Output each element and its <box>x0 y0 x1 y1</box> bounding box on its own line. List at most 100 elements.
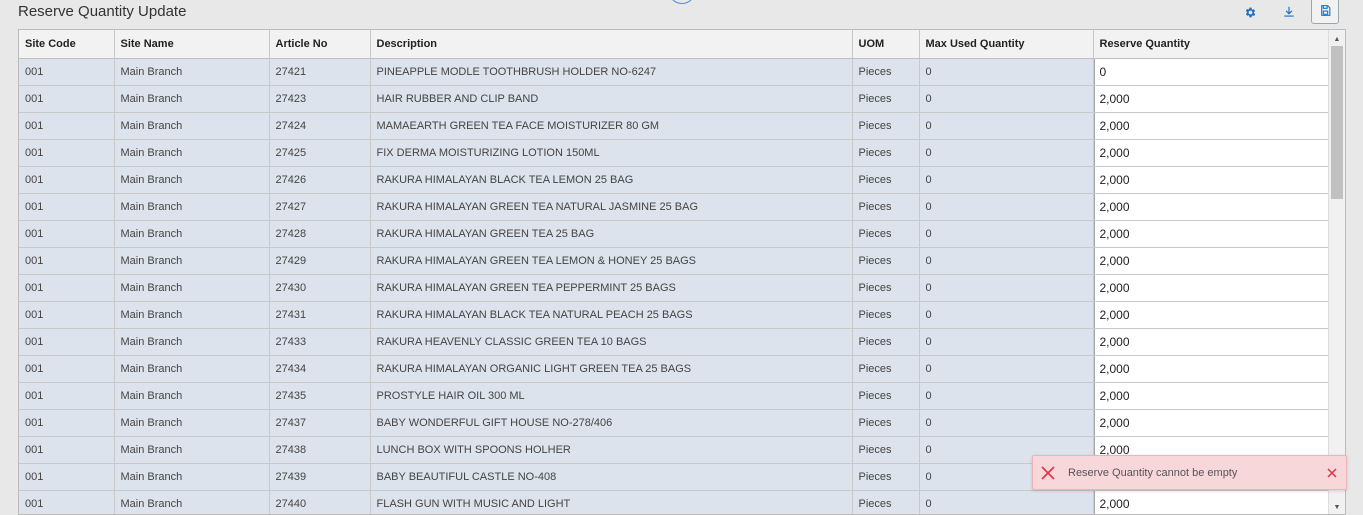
cell-max-used: 0 <box>919 301 1094 329</box>
table-row[interactable]: 001 Main Branch 27434 RAKURA HIMALAYAN ORGA… <box>19 355 1330 383</box>
close-icon[interactable] <box>1327 467 1337 478</box>
table-row[interactable]: 001 Main Branch 27426 RAKURA HIMALAYAN BLAC… <box>19 166 1330 194</box>
cell-site-code: 001 <box>19 112 115 140</box>
table-row[interactable]: 001 Main Branch 27423 HAIR RUBBER AND CLIP … <box>19 85 1330 113</box>
cell-site-code: 001 <box>19 166 115 194</box>
cell-reserve-quantity <box>1093 355 1330 383</box>
reserve-quantity-input[interactable] <box>1093 58 1328 84</box>
error-toast: Reserve Quantity cannot be empty <box>1032 455 1347 490</box>
cell-max-used: 0 <box>919 58 1094 86</box>
cell-reserve-quantity <box>1093 193 1330 221</box>
cell-reserve-quantity <box>1093 58 1330 86</box>
cell-reserve-quantity <box>1093 220 1330 248</box>
table-row[interactable]: 001 Main Branch 27430 RAKURA HIMALAYAN GREE… <box>19 274 1330 302</box>
reserve-quantity-input[interactable] <box>1093 409 1328 435</box>
reserve-quantity-input[interactable] <box>1093 355 1328 381</box>
cell-uom: Pieces <box>852 139 920 167</box>
col-header-article-no[interactable]: Article No <box>269 30 371 59</box>
cell-max-used: 0 <box>919 220 1094 248</box>
reserve-quantity-input[interactable] <box>1093 328 1328 354</box>
table-row[interactable]: 001 Main Branch 27425 FIX DERMA MOISTURIZIN… <box>19 139 1330 167</box>
cell-site-name: Main Branch <box>114 436 270 464</box>
cell-site-code: 001 <box>19 274 115 302</box>
reserve-quantity-input[interactable] <box>1093 220 1328 246</box>
col-header-site-code[interactable]: Site Code <box>19 30 115 59</box>
cell-article-no: 27427 <box>269 193 371 221</box>
cell-uom: Pieces <box>852 328 920 356</box>
cell-site-code: 001 <box>19 247 115 275</box>
vertical-scrollbar[interactable]: ▲ ▼ <box>1328 30 1345 514</box>
cell-description: MAMAEARTH GREEN TEA FACE MOISTURIZER 80 … <box>370 112 853 140</box>
cell-uom: Pieces <box>852 409 920 437</box>
cell-site-code: 001 <box>19 436 115 464</box>
reserve-quantity-input[interactable] <box>1093 85 1328 111</box>
cell-uom: Pieces <box>852 85 920 113</box>
cell-site-name: Main Branch <box>114 490 270 514</box>
reserve-quantity-input[interactable] <box>1093 166 1328 192</box>
settings-button[interactable] <box>1240 1 1260 23</box>
col-header-description[interactable]: Description <box>370 30 853 59</box>
cell-reserve-quantity <box>1093 112 1330 140</box>
cell-description: RAKURA HIMALAYAN GREEN TEA NATURAL JASMI… <box>370 193 853 221</box>
cell-article-no: 27430 <box>269 274 371 302</box>
table-row[interactable]: 001 Main Branch 27428 RAKURA HIMALAYAN GREE… <box>19 220 1330 248</box>
cell-uom: Pieces <box>852 436 920 464</box>
cell-site-code: 001 <box>19 355 115 383</box>
cell-site-code: 001 <box>19 193 115 221</box>
table-row[interactable]: 001 Main Branch 27429 RAKURA HIMALAYAN GREE… <box>19 247 1330 275</box>
cell-article-no: 27426 <box>269 166 371 194</box>
scroll-up-arrow-icon[interactable]: ▲ <box>1329 32 1345 46</box>
save-button[interactable] <box>1311 0 1339 24</box>
download-icon <box>1284 6 1294 17</box>
cell-article-no: 27434 <box>269 355 371 383</box>
cell-max-used: 0 <box>919 166 1094 194</box>
table-row[interactable]: 001 Main Branch 27421 PINEAPPLE MODLE TOOTH… <box>19 58 1330 86</box>
reserve-quantity-input[interactable] <box>1093 247 1328 273</box>
cell-article-no: 27433 <box>269 328 371 356</box>
reserve-quantity-input[interactable] <box>1093 382 1328 408</box>
cell-max-used: 0 <box>919 382 1094 410</box>
table-row[interactable]: 001 Main Branch 27440 FLASH GUN WITH MUSIC … <box>19 490 1330 514</box>
cell-uom: Pieces <box>852 355 920 383</box>
cell-reserve-quantity <box>1093 382 1330 410</box>
col-header-reserve-quantity[interactable]: Reserve Quantity <box>1093 30 1330 59</box>
col-header-site-name[interactable]: Site Name <box>114 30 270 59</box>
col-header-max-used-quantity[interactable]: Max Used Quantity <box>919 30 1094 59</box>
table-row[interactable]: 001 Main Branch 27437 BABY WONDERFUL GIFT H… <box>19 409 1330 437</box>
data-table: Site Code Site Name Article No Descripti… <box>19 30 1330 514</box>
cell-description: LUNCH BOX WITH SPOONS HOLHER <box>370 436 853 464</box>
toast-message: Reserve Quantity cannot be empty <box>1068 466 1238 479</box>
cell-article-no: 27440 <box>269 490 371 514</box>
scrollbar-thumb[interactable] <box>1331 46 1343 199</box>
cell-article-no: 27425 <box>269 139 371 167</box>
table-header-row: Site Code Site Name Article No Descripti… <box>19 30 1330 59</box>
col-header-uom[interactable]: UOM <box>852 30 920 59</box>
cell-site-name: Main Branch <box>114 166 270 194</box>
cell-reserve-quantity <box>1093 85 1330 113</box>
cell-max-used: 0 <box>919 193 1094 221</box>
reserve-quantity-input[interactable] <box>1093 139 1328 165</box>
table-row[interactable]: 001 Main Branch 27424 MAMAEARTH GREEN TEA F… <box>19 112 1330 140</box>
cell-max-used: 0 <box>919 85 1094 113</box>
cell-max-used: 0 <box>919 112 1094 140</box>
cell-site-name: Main Branch <box>114 274 270 302</box>
scroll-down-arrow-icon[interactable]: ▼ <box>1329 500 1345 514</box>
cell-article-no: 27424 <box>269 112 371 140</box>
cell-reserve-quantity <box>1093 328 1330 356</box>
reserve-quantity-input[interactable] <box>1093 112 1328 138</box>
reserve-quantity-input[interactable] <box>1093 490 1328 514</box>
reserve-quantity-input[interactable] <box>1093 193 1328 219</box>
cell-article-no: 27423 <box>269 85 371 113</box>
table-row[interactable]: 001 Main Branch 27435 PROSTYLE HAIR OIL 300… <box>19 382 1330 410</box>
top-circle-button[interactable] <box>669 0 695 4</box>
reserve-quantity-input[interactable] <box>1093 301 1328 327</box>
reserve-quantity-input[interactable] <box>1093 274 1328 300</box>
table-row[interactable]: 001 Main Branch 27427 RAKURA HIMALAYAN GREE… <box>19 193 1330 221</box>
download-button[interactable] <box>1279 1 1299 23</box>
cell-site-name: Main Branch <box>114 85 270 113</box>
cell-site-name: Main Branch <box>114 247 270 275</box>
cell-description: RAKURA HEAVENLY CLASSIC GREEN TEA 10 BAG… <box>370 328 853 356</box>
table-row[interactable]: 001 Main Branch 27433 RAKURA HEAVENLY CLASS… <box>19 328 1330 356</box>
table-row[interactable]: 001 Main Branch 27431 RAKURA HIMALAYAN BLAC… <box>19 301 1330 329</box>
cell-description: RAKURA HIMALAYAN GREEN TEA 25 BAG <box>370 220 853 248</box>
